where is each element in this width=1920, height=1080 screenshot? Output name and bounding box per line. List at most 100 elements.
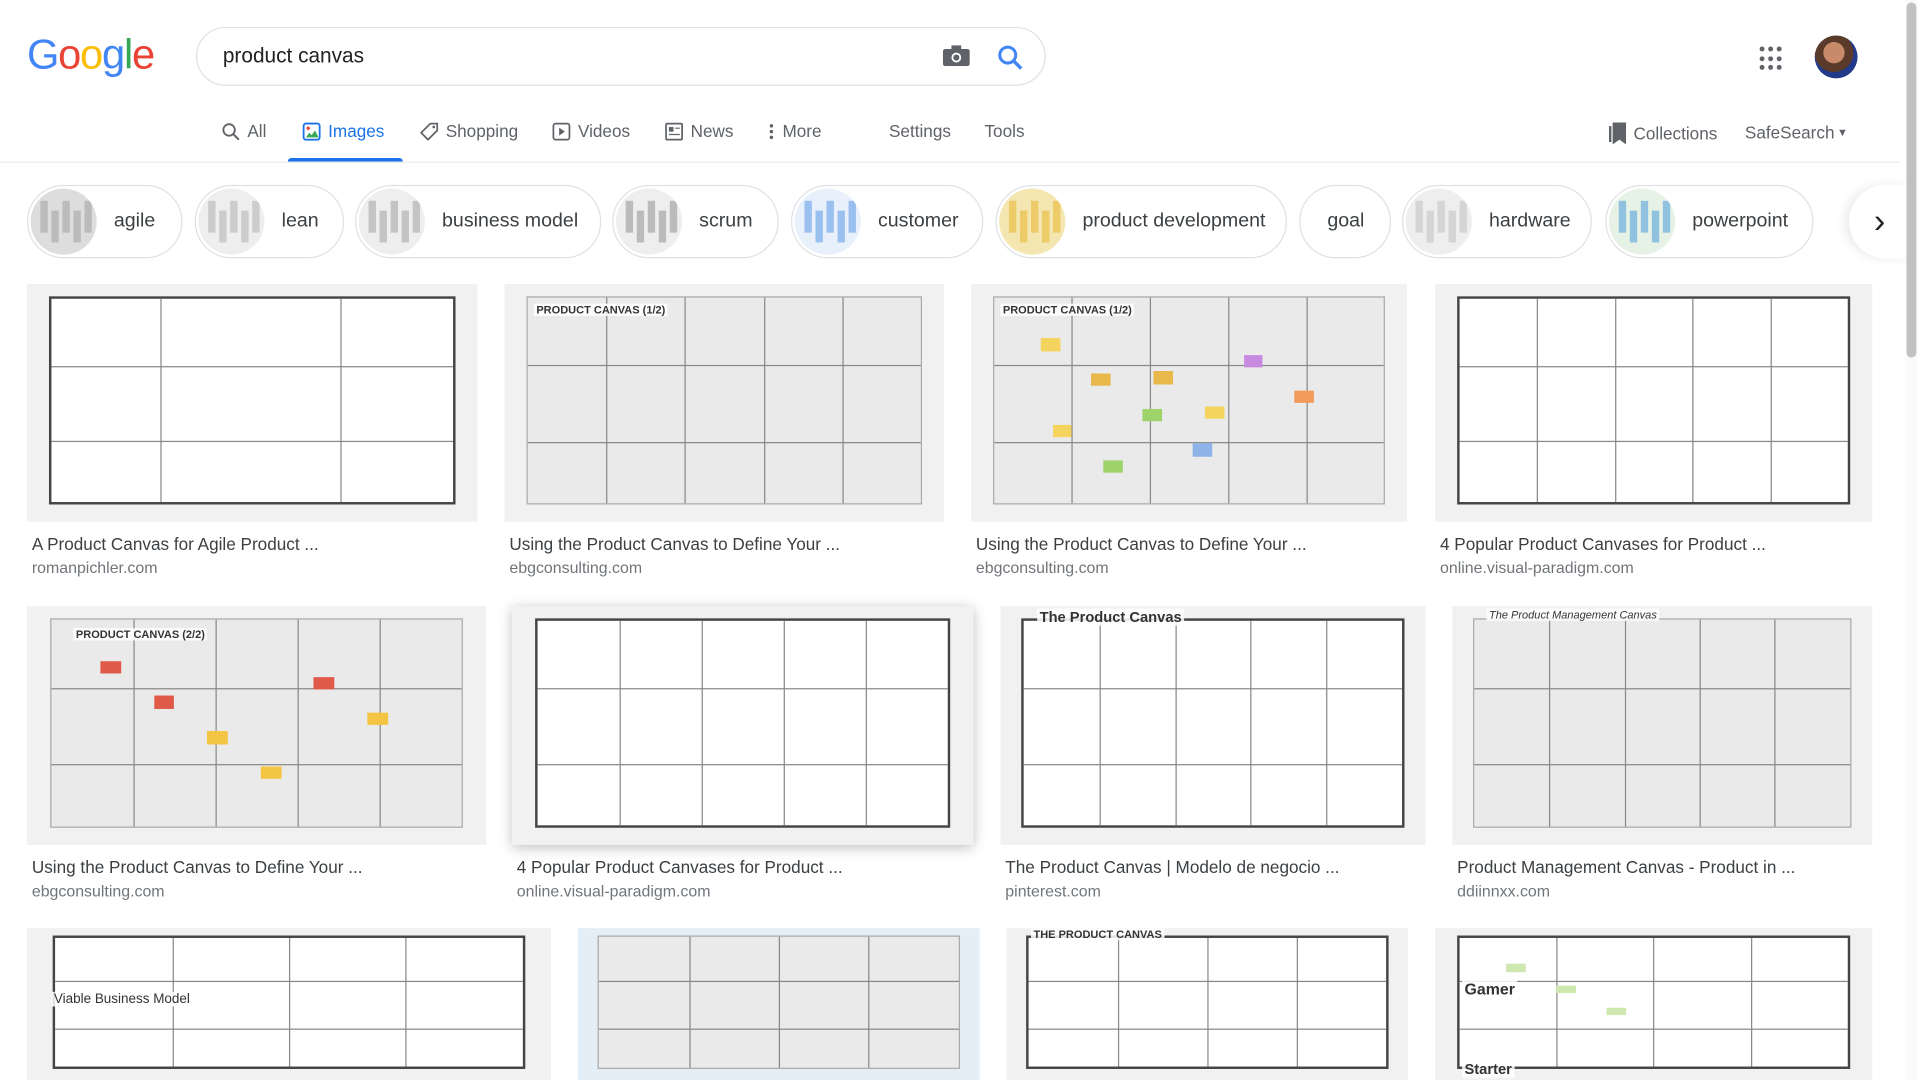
search-icon [222, 122, 240, 140]
tab-more[interactable]: More [768, 121, 822, 141]
image-result[interactable]: PRODUCT CANVAS (2/2) Using the Product Ca… [26, 606, 487, 918]
result-title[interactable]: The Product Canvas | Modelo de negocio .… [1005, 857, 1339, 877]
result-source[interactable]: online.visual-paradigm.com [1440, 558, 1634, 576]
result-thumbnail[interactable] [511, 606, 974, 845]
result-source[interactable]: ebgconsulting.com [32, 882, 165, 900]
chip-goal[interactable]: goal [1299, 184, 1392, 259]
image-result[interactable]: The Product Management Canvas Product Man… [1452, 606, 1873, 918]
result-source[interactable]: ebgconsulting.com [976, 558, 1109, 576]
tab-label: Shopping [445, 121, 519, 141]
scrollbar-thumb[interactable] [1906, 2, 1917, 358]
tab-shopping[interactable]: Shopping [420, 121, 518, 141]
canvas-diagram [526, 295, 923, 505]
image-result[interactable]: Viable Business Model [26, 928, 552, 1080]
chip-lean[interactable]: lean [194, 184, 345, 259]
thumbnail-heading: PRODUCT CANVAS (2/2) [73, 628, 208, 641]
chip-label: product development [1082, 210, 1266, 232]
thumbnail-heading: PRODUCT CANVAS (1/2) [1000, 303, 1135, 316]
image-result[interactable]: THE PRODUCT CANVAS [1006, 928, 1409, 1080]
tab-label: News [690, 121, 734, 141]
bookmark-icon [1608, 122, 1627, 145]
chip-label: goal [1327, 210, 1365, 232]
result-thumbnail[interactable]: The Product Canvas [1000, 606, 1426, 845]
result-source[interactable]: ddiinnxx.com [1457, 882, 1550, 900]
result-title[interactable]: Product Management Canvas - Product in .… [1457, 857, 1795, 877]
chip-label: scrum [699, 210, 753, 232]
safesearch-dropdown[interactable]: SafeSearch ▼ [1745, 122, 1848, 142]
search-box[interactable]: product canvas [195, 26, 1046, 86]
canvas-diagram [992, 295, 1386, 505]
result-source[interactable]: online.visual-paradigm.com [517, 882, 711, 900]
image-result[interactable]: PRODUCT CANVAS (1/2) Using the Product Ca… [971, 284, 1407, 595]
result-thumbnail[interactable]: PRODUCT CANVAS (1/2) [504, 284, 945, 522]
result-thumbnail[interactable]: THE PRODUCT CANVAS [1006, 928, 1409, 1080]
chevron-right-icon[interactable]: › [1848, 184, 1911, 259]
result-title[interactable]: A Product Canvas for Agile Product ... [32, 534, 319, 554]
logo-letter: l [123, 31, 133, 79]
chip-thumbnail [999, 188, 1066, 255]
result-title[interactable]: 4 Popular Product Canvases for Product .… [1440, 534, 1766, 554]
result-thumbnail[interactable]: The Product Management Canvas [1452, 606, 1873, 845]
thumbnail-heading: Starter [1462, 1060, 1515, 1078]
tab-tools[interactable]: Tools [984, 121, 1024, 141]
result-thumbnail[interactable] [26, 284, 478, 522]
safesearch-label: SafeSearch [1744, 122, 1835, 143]
chip-product-development[interactable]: product development [995, 184, 1287, 259]
result-source[interactable]: pinterest.com [1005, 882, 1101, 900]
chip-scrum[interactable]: scrum [612, 184, 779, 259]
image-result[interactable]: 4 Popular Product Canvases for Product .… [511, 606, 974, 918]
chip-powerpoint[interactable]: powerpoint [1605, 184, 1814, 259]
logo-letter: G [26, 31, 59, 79]
news-icon [665, 122, 683, 140]
chip-business-model[interactable]: business model [355, 184, 602, 259]
image-result[interactable] [577, 928, 980, 1080]
chip-agile[interactable]: agile [26, 184, 183, 259]
logo-letter: e [131, 31, 155, 79]
search-input[interactable]: product canvas [223, 44, 364, 68]
result-thumbnail[interactable]: PRODUCT CANVAS (2/2) [26, 606, 487, 845]
avatar[interactable] [1814, 35, 1858, 79]
result-title[interactable]: Using the Product Canvas to Define Your … [32, 857, 363, 877]
tab-label: Settings [888, 121, 951, 141]
tab-label: More [782, 121, 822, 141]
image-result[interactable]: Gamer Starter [1435, 928, 1873, 1080]
tab-images[interactable]: Images [302, 121, 384, 141]
image-result[interactable]: The Product Canvas The Product Canvas | M… [1000, 606, 1426, 918]
result-thumbnail[interactable] [1435, 284, 1873, 522]
apps-grid-icon[interactable] [1759, 46, 1784, 71]
result-title[interactable]: Using the Product Canvas to Define Your … [976, 534, 1307, 554]
tab-news[interactable]: News [665, 121, 734, 141]
result-thumbnail[interactable]: PRODUCT CANVAS (1/2) [971, 284, 1407, 522]
chip-thumbnail [794, 188, 861, 255]
logo-letter: o [58, 31, 81, 79]
result-source[interactable]: romanpichler.com [32, 558, 158, 576]
result-thumbnail[interactable]: Viable Business Model [26, 928, 552, 1080]
camera-icon[interactable] [942, 45, 970, 67]
chip-thumbnail [1405, 188, 1472, 255]
chip-customer[interactable]: customer [791, 184, 984, 259]
tab-settings[interactable]: Settings [889, 121, 951, 141]
tab-label: Images [328, 121, 385, 141]
logo-letter: g [101, 31, 125, 79]
chip-label: lean [281, 210, 319, 232]
result-source[interactable]: ebgconsulting.com [509, 558, 642, 576]
collections-label: Collections [1633, 123, 1718, 144]
thumbnail-heading: Gamer [1462, 979, 1518, 998]
image-result[interactable]: PRODUCT CANVAS (1/2) Using the Product Ca… [504, 284, 945, 595]
image-result[interactable]: 4 Popular Product Canvases for Product .… [1435, 284, 1873, 595]
tab-label: All [247, 121, 267, 141]
tab-videos[interactable]: Videos [552, 121, 630, 141]
canvas-diagram [598, 935, 960, 1070]
image-result[interactable]: A Product Canvas for Agile Product ... ro… [26, 284, 478, 595]
logo-letter: o [80, 31, 103, 79]
search-icon[interactable] [997, 44, 1024, 71]
result-title[interactable]: Using the Product Canvas to Define Your … [509, 534, 840, 554]
tab-all[interactable]: All [222, 121, 267, 141]
result-thumbnail[interactable] [577, 928, 980, 1080]
canvas-diagram [49, 618, 464, 829]
result-title[interactable]: 4 Popular Product Canvases for Product .… [517, 857, 843, 877]
chip-hardware[interactable]: hardware [1402, 184, 1592, 259]
result-thumbnail[interactable]: Gamer Starter [1435, 928, 1873, 1080]
collections-button[interactable]: Collections [1608, 122, 1718, 145]
google-logo[interactable]: Google [26, 31, 155, 80]
